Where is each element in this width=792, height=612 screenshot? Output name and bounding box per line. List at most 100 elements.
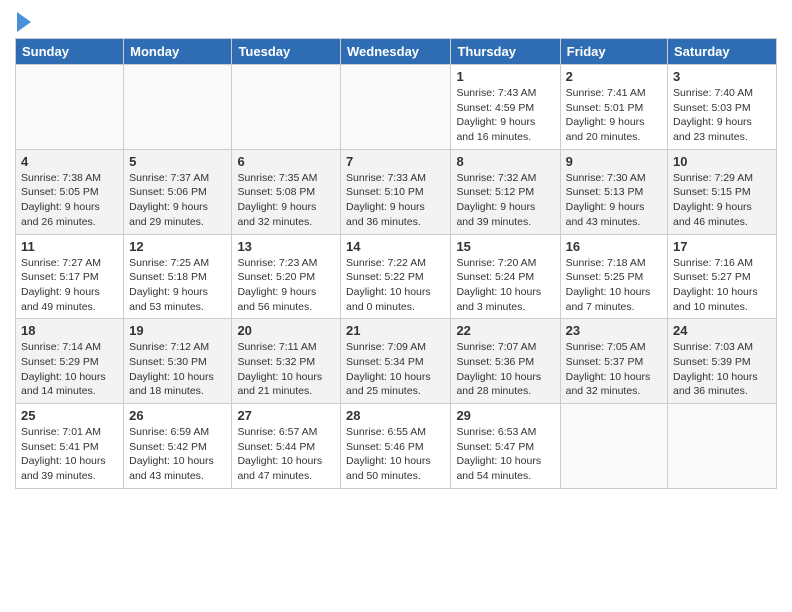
day-number: 13 — [237, 239, 335, 254]
logo — [15, 10, 31, 32]
day-info: Sunrise: 7:43 AM Sunset: 4:59 PM Dayligh… — [456, 86, 554, 145]
day-number: 12 — [129, 239, 226, 254]
calendar-header-row: SundayMondayTuesdayWednesdayThursdayFrid… — [16, 39, 777, 65]
calendar-cell: 17 Sunrise: 7:16 AM Sunset: 5:27 PM Dayli… — [668, 234, 777, 319]
calendar-cell: 14 Sunrise: 7:22 AM Sunset: 5:22 PM Dayli… — [341, 234, 451, 319]
calendar-cell: 2 Sunrise: 7:41 AM Sunset: 5:01 PM Daylig… — [560, 65, 667, 150]
calendar-cell: 26 Sunrise: 6:59 AM Sunset: 5:42 PM Dayli… — [124, 404, 232, 489]
col-header-wednesday: Wednesday — [341, 39, 451, 65]
day-number: 28 — [346, 408, 445, 423]
day-number: 18 — [21, 323, 118, 338]
day-number: 10 — [673, 154, 771, 169]
day-number: 17 — [673, 239, 771, 254]
day-info: Sunrise: 6:59 AM Sunset: 5:42 PM Dayligh… — [129, 425, 226, 484]
calendar-cell: 7Sunrise: 7:33 AM Sunset: 5:10 PM Daylig… — [341, 149, 451, 234]
col-header-friday: Friday — [560, 39, 667, 65]
day-info: Sunrise: 7:38 AM Sunset: 5:05 PM Dayligh… — [21, 171, 118, 230]
day-number: 22 — [456, 323, 554, 338]
calendar-cell — [341, 65, 451, 150]
calendar-cell — [668, 404, 777, 489]
day-number: 19 — [129, 323, 226, 338]
calendar-cell: 6Sunrise: 7:35 AM Sunset: 5:08 PM Daylig… — [232, 149, 341, 234]
calendar-cell: 8 Sunrise: 7:32 AM Sunset: 5:12 PM Daylig… — [451, 149, 560, 234]
col-header-thursday: Thursday — [451, 39, 560, 65]
day-info: Sunrise: 7:32 AM Sunset: 5:12 PM Dayligh… — [456, 171, 554, 230]
calendar-cell: 1 Sunrise: 7:43 AM Sunset: 4:59 PM Daylig… — [451, 65, 560, 150]
header — [15, 10, 777, 32]
day-number: 21 — [346, 323, 445, 338]
day-number: 26 — [129, 408, 226, 423]
day-info: Sunrise: 7:01 AM Sunset: 5:41 PM Dayligh… — [21, 425, 118, 484]
day-number: 16 — [566, 239, 662, 254]
logo-arrow-icon — [17, 12, 31, 32]
calendar-table: SundayMondayTuesdayWednesdayThursdayFrid… — [15, 38, 777, 489]
day-info: Sunrise: 7:33 AM Sunset: 5:10 PM Dayligh… — [346, 171, 445, 230]
day-info: Sunrise: 7:22 AM Sunset: 5:22 PM Dayligh… — [346, 256, 445, 315]
day-number: 8 — [456, 154, 554, 169]
day-number: 20 — [237, 323, 335, 338]
calendar-cell: 11Sunrise: 7:27 AM Sunset: 5:17 PM Dayli… — [16, 234, 124, 319]
calendar-cell: 20 Sunrise: 7:11 AM Sunset: 5:32 PM Dayli… — [232, 319, 341, 404]
day-number: 1 — [456, 69, 554, 84]
calendar-cell: 25 Sunrise: 7:01 AM Sunset: 5:41 PM Dayli… — [16, 404, 124, 489]
col-header-sunday: Sunday — [16, 39, 124, 65]
calendar-cell: 10Sunrise: 7:29 AM Sunset: 5:15 PM Dayli… — [668, 149, 777, 234]
calendar-cell: 23 Sunrise: 7:05 AM Sunset: 5:37 PM Dayli… — [560, 319, 667, 404]
day-info: Sunrise: 7:20 AM Sunset: 5:24 PM Dayligh… — [456, 256, 554, 315]
day-info: Sunrise: 7:16 AM Sunset: 5:27 PM Dayligh… — [673, 256, 771, 315]
calendar-cell: 21Sunrise: 7:09 AM Sunset: 5:34 PM Dayli… — [341, 319, 451, 404]
day-info: Sunrise: 7:30 AM Sunset: 5:13 PM Dayligh… — [566, 171, 662, 230]
calendar-cell: 24 Sunrise: 7:03 AM Sunset: 5:39 PM Dayli… — [668, 319, 777, 404]
day-info: Sunrise: 6:53 AM Sunset: 5:47 PM Dayligh… — [456, 425, 554, 484]
day-info: Sunrise: 7:41 AM Sunset: 5:01 PM Dayligh… — [566, 86, 662, 145]
day-number: 15 — [456, 239, 554, 254]
day-number: 23 — [566, 323, 662, 338]
day-number: 5 — [129, 154, 226, 169]
day-number: 24 — [673, 323, 771, 338]
col-header-saturday: Saturday — [668, 39, 777, 65]
calendar-cell: 15 Sunrise: 7:20 AM Sunset: 5:24 PM Dayli… — [451, 234, 560, 319]
calendar-cell: 9 Sunrise: 7:30 AM Sunset: 5:13 PM Daylig… — [560, 149, 667, 234]
day-number: 9 — [566, 154, 662, 169]
calendar-cell: 27Sunrise: 6:57 AM Sunset: 5:44 PM Dayli… — [232, 404, 341, 489]
calendar-cell: 12 Sunrise: 7:25 AM Sunset: 5:18 PM Dayli… — [124, 234, 232, 319]
day-number: 2 — [566, 69, 662, 84]
day-number: 6 — [237, 154, 335, 169]
calendar-cell: 28 Sunrise: 6:55 AM Sunset: 5:46 PM Dayli… — [341, 404, 451, 489]
calendar-cell — [124, 65, 232, 150]
day-info: Sunrise: 7:40 AM Sunset: 5:03 PM Dayligh… — [673, 86, 771, 145]
page: SundayMondayTuesdayWednesdayThursdayFrid… — [0, 0, 792, 499]
day-info: Sunrise: 7:05 AM Sunset: 5:37 PM Dayligh… — [566, 340, 662, 399]
day-info: Sunrise: 7:11 AM Sunset: 5:32 PM Dayligh… — [237, 340, 335, 399]
day-info: Sunrise: 7:25 AM Sunset: 5:18 PM Dayligh… — [129, 256, 226, 315]
day-info: Sunrise: 7:23 AM Sunset: 5:20 PM Dayligh… — [237, 256, 335, 315]
calendar-week-row: 4 Sunrise: 7:38 AM Sunset: 5:05 PM Daylig… — [16, 149, 777, 234]
day-info: Sunrise: 7:14 AM Sunset: 5:29 PM Dayligh… — [21, 340, 118, 399]
day-number: 3 — [673, 69, 771, 84]
day-number: 14 — [346, 239, 445, 254]
calendar-week-row: 1 Sunrise: 7:43 AM Sunset: 4:59 PM Daylig… — [16, 65, 777, 150]
day-number: 25 — [21, 408, 118, 423]
calendar-cell: 13 Sunrise: 7:23 AM Sunset: 5:20 PM Dayli… — [232, 234, 341, 319]
calendar-cell — [560, 404, 667, 489]
calendar-cell — [232, 65, 341, 150]
calendar-cell: 5 Sunrise: 7:37 AM Sunset: 5:06 PM Daylig… — [124, 149, 232, 234]
calendar-cell: 29 Sunrise: 6:53 AM Sunset: 5:47 PM Dayli… — [451, 404, 560, 489]
calendar-cell: 16Sunrise: 7:18 AM Sunset: 5:25 PM Dayli… — [560, 234, 667, 319]
calendar-cell: 22 Sunrise: 7:07 AM Sunset: 5:36 PM Dayli… — [451, 319, 560, 404]
day-number: 29 — [456, 408, 554, 423]
calendar-week-row: 25 Sunrise: 7:01 AM Sunset: 5:41 PM Dayli… — [16, 404, 777, 489]
calendar-cell — [16, 65, 124, 150]
day-number: 27 — [237, 408, 335, 423]
day-info: Sunrise: 6:55 AM Sunset: 5:46 PM Dayligh… — [346, 425, 445, 484]
day-number: 4 — [21, 154, 118, 169]
calendar-cell: 19Sunrise: 7:12 AM Sunset: 5:30 PM Dayli… — [124, 319, 232, 404]
day-info: Sunrise: 7:07 AM Sunset: 5:36 PM Dayligh… — [456, 340, 554, 399]
col-header-tuesday: Tuesday — [232, 39, 341, 65]
calendar-week-row: 11Sunrise: 7:27 AM Sunset: 5:17 PM Dayli… — [16, 234, 777, 319]
calendar-week-row: 18 Sunrise: 7:14 AM Sunset: 5:29 PM Dayli… — [16, 319, 777, 404]
day-info: Sunrise: 7:37 AM Sunset: 5:06 PM Dayligh… — [129, 171, 226, 230]
calendar-cell: 18 Sunrise: 7:14 AM Sunset: 5:29 PM Dayli… — [16, 319, 124, 404]
col-header-monday: Monday — [124, 39, 232, 65]
day-info: Sunrise: 7:03 AM Sunset: 5:39 PM Dayligh… — [673, 340, 771, 399]
